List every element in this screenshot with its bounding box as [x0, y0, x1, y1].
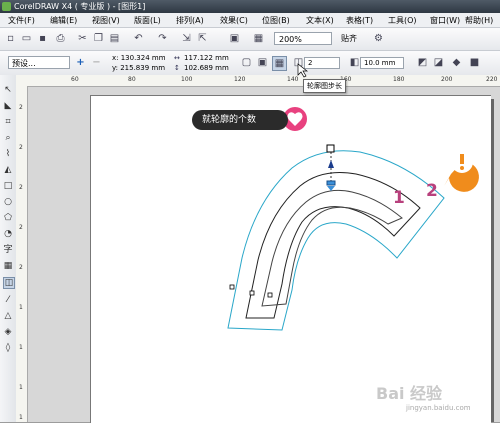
path-node[interactable]: [267, 292, 273, 298]
contour-start-handle[interactable]: [326, 144, 335, 153]
watermark-url: jingyan.baidu.com: [406, 404, 471, 412]
artwork-layer: [227, 63, 479, 331]
path-node[interactable]: [249, 290, 255, 296]
mouse-cursor-icon: [297, 63, 309, 78]
original-path[interactable]: [261, 189, 403, 307]
watermark: Bai 经验 jingyan.baidu.com: [376, 380, 494, 416]
callout-label: 就轮廓的个数: [192, 110, 288, 130]
contour-slider-handle[interactable]: [326, 180, 336, 186]
annotation-label-2: 2: [426, 181, 438, 201]
contour-arrow-icon: [328, 160, 334, 168]
tooltip: 轮廓图步长: [303, 79, 346, 93]
watermark-text: Bai 经验: [376, 384, 443, 403]
exclamation-dot: [460, 166, 464, 170]
annotation-label-1: 1: [393, 188, 405, 208]
path-node[interactable]: [229, 284, 235, 290]
exclamation-icon: [460, 154, 464, 164]
contour-outline-2[interactable]: [227, 150, 445, 331]
